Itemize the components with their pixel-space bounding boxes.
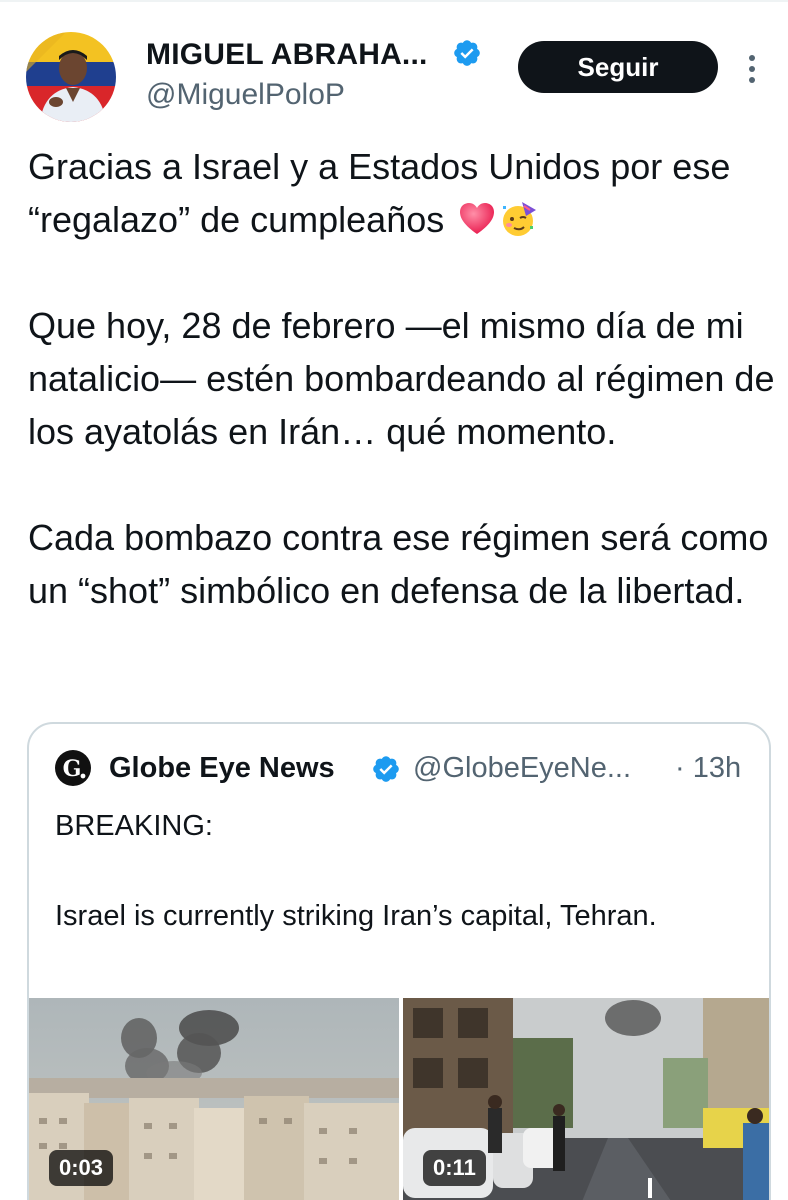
svg-text:G: G [63, 756, 82, 782]
author-avatar[interactable] [26, 32, 116, 122]
avatar-image [26, 32, 116, 122]
quoted-tweet[interactable]: G Globe Eye News @GlobeEyeNe... · 13h BR… [27, 722, 771, 1200]
tweet-paragraph-3: Cada bombazo contra ese régimen será com… [28, 517, 769, 611]
tweet-paragraph-2: Que hoy, 28 de febrero —el mismo día de … [28, 305, 775, 452]
more-options-icon[interactable] [744, 52, 760, 86]
partying-face-emoji-icon [503, 202, 537, 236]
quoted-verified-badge-icon [373, 756, 399, 782]
globe-eye-news-logo-icon: G [55, 750, 91, 786]
video-1-duration: 0:03 [49, 1150, 114, 1186]
tweet-paragraph-1: Gracias a Israel y a Estados Unidos por … [28, 140, 780, 246]
tweet-text: Gracias a Israel y a Estados Unidos por … [28, 140, 780, 617]
quoted-timestamp[interactable]: · 13h [675, 752, 741, 785]
quoted-text: BREAKING: Israel is currently striking I… [55, 804, 755, 939]
video-2-duration: 0:11 [423, 1150, 486, 1186]
follow-button[interactable]: Seguir [518, 41, 718, 93]
top-divider [0, 0, 788, 2]
video-thumbnail-1[interactable]: 0:03 [29, 998, 399, 1200]
quoted-author-name[interactable]: Globe Eye News [109, 752, 335, 785]
tweet-paragraph-1-text: Gracias a Israel y a Estados Unidos por … [28, 146, 731, 240]
quoted-line-1: BREAKING: [55, 810, 213, 842]
quoted-line-2: Israel is currently striking Iran’s capi… [55, 900, 657, 932]
verified-badge-icon [454, 40, 480, 66]
video-thumbnail-2[interactable]: 0:11 [403, 998, 769, 1200]
quoted-author-handle[interactable]: @GlobeEyeNe... [413, 752, 631, 785]
heart-emoji-icon [460, 203, 495, 234]
author-handle[interactable]: @MiguelPoloP [146, 78, 345, 112]
author-display-name[interactable]: MIGUEL ABRAHA... [146, 38, 428, 72]
